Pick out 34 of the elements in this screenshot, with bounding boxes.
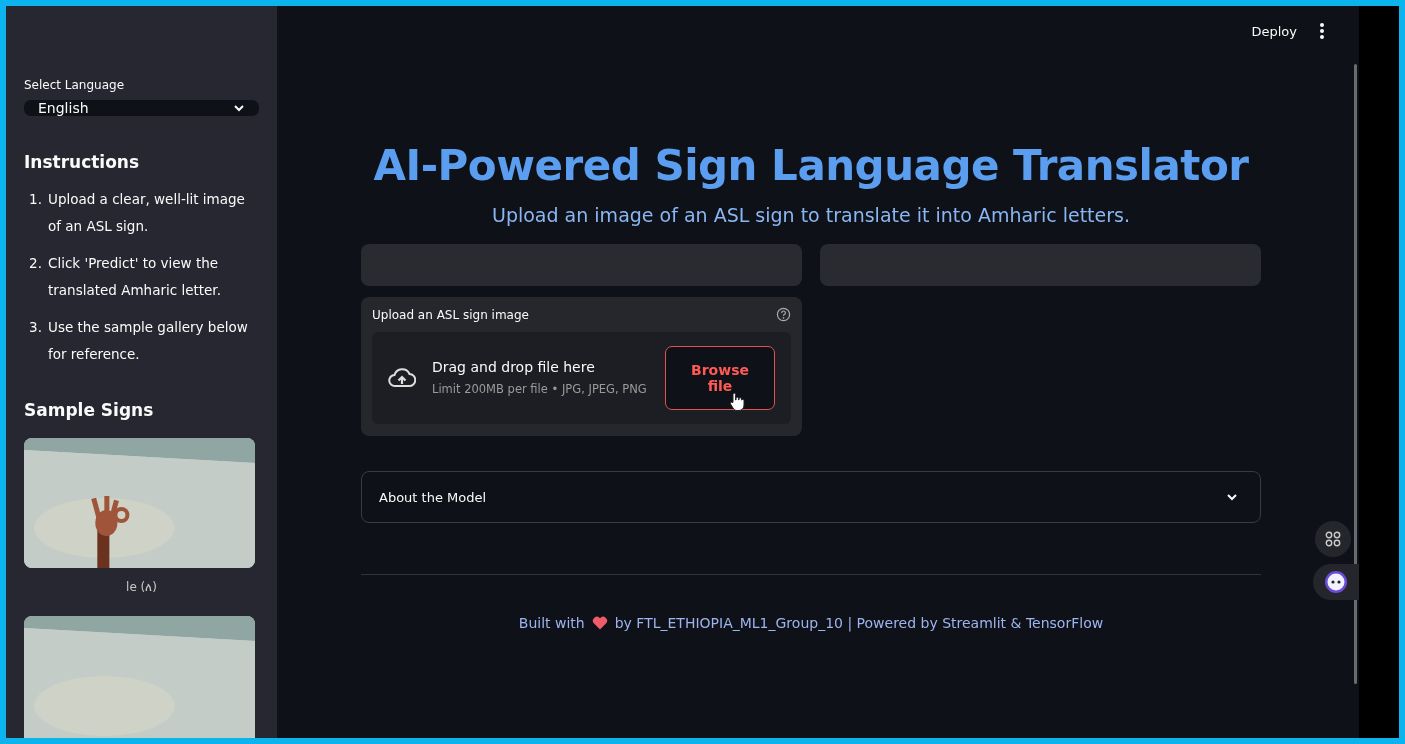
instruction-text: Click 'Predict' to view the translated Amharic letter.: [48, 254, 222, 300]
field-label: Select Language: [24, 78, 126, 92]
instruction-text: Use the sample gallery below for reference.: [48, 318, 249, 364]
chevron-down-icon: [1226, 493, 1238, 501]
assistant-icon: [1324, 570, 1348, 594]
list-number: 1.: [28, 190, 42, 209]
browse-files-button[interactable]: Browse file: [665, 346, 775, 410]
cloud-upload-icon: [388, 367, 416, 389]
list-number: 2.: [28, 254, 42, 273]
about-model-expander[interactable]: About the Model: [361, 471, 1261, 523]
hand-cursor-icon: [729, 392, 745, 412]
language-select[interactable]: English: [24, 100, 259, 116]
drop-zone[interactable]: Drag and drop file here Limit 200MB per file • JPG, JPEG, PNG Browse file: [372, 332, 791, 424]
image-caption: le (ለ): [125, 580, 158, 594]
instruction-text: Upload a clear, well-lit image of an ASL sign.: [48, 190, 246, 236]
file-limit-text: Limit 200MB per file • JPG, JPEG, PNG: [432, 380, 648, 398]
scrollbar[interactable]: [1354, 64, 1357, 684]
list-number: 3.: [28, 318, 42, 337]
page-subtitle: Upload an image of an ASL sign to translate it into Amharic letters.: [491, 204, 1131, 226]
upload-label: Upload an ASL sign image: [372, 307, 529, 322]
help-icon[interactable]: [776, 307, 791, 322]
drop-instruction: Drag and drop file here: [432, 358, 596, 375]
apps-button[interactable]: [1315, 521, 1351, 557]
deploy-button[interactable]: Deploy: [1251, 23, 1297, 39]
chevron-down-icon: [233, 104, 245, 112]
grid-icon: [1325, 531, 1341, 547]
heart-icon: [591, 616, 608, 630]
more-menu-icon[interactable]: [1319, 23, 1325, 39]
footer-text: Built with: [518, 615, 585, 631]
assistant-button[interactable]: [1313, 564, 1359, 600]
footer-text: by FTL_ETHIOPIA_ML1_Group_10 | Powered by Streamlit & TensorFlow: [614, 615, 1104, 631]
section-heading: Sample Signs: [24, 400, 155, 420]
page-title: AI-Powered Sign Language Translator: [372, 141, 1250, 190]
section-heading: Instructions: [24, 152, 141, 172]
